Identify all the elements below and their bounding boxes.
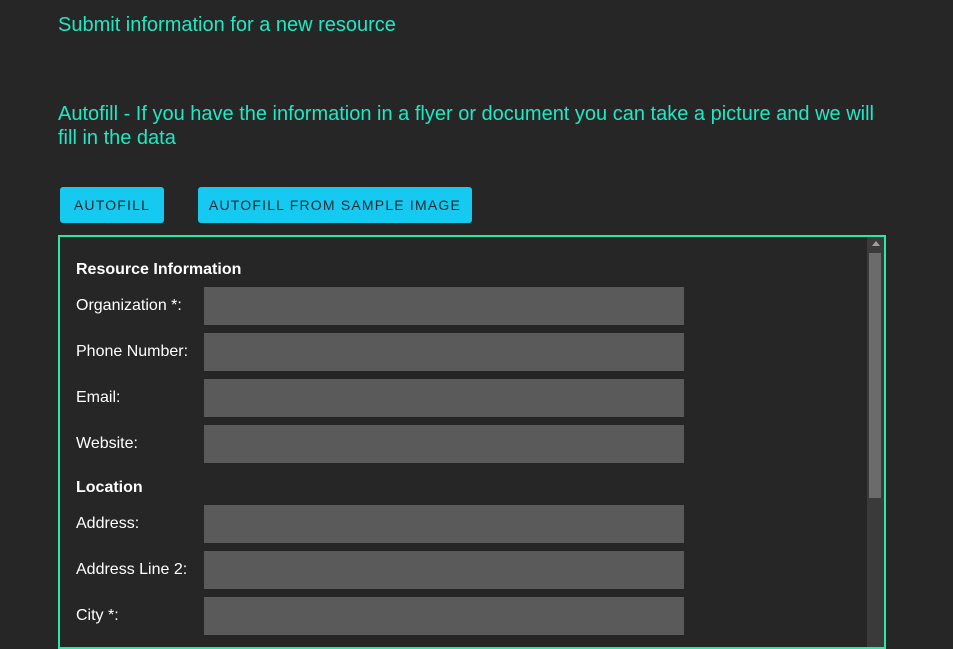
phone-number-input[interactable]	[204, 333, 684, 371]
email-label: Email:	[76, 389, 121, 406]
section-heading-resource-information: Resource Information	[76, 261, 242, 278]
address-input[interactable]	[204, 505, 684, 543]
section-heading-location: Location	[76, 479, 143, 496]
autofill-description: Autofill - If you have the information i…	[58, 103, 874, 149]
page-title: Submit information for a new resource	[58, 14, 396, 36]
city-input[interactable]	[204, 597, 684, 635]
city-label: City *:	[76, 607, 119, 624]
address-line-2-input[interactable]	[204, 551, 684, 589]
autofill-button[interactable]: AUTOFILL	[60, 187, 164, 223]
phone-number-label: Phone Number:	[76, 343, 189, 360]
scroll-thumb[interactable]	[869, 253, 881, 498]
autofill-sample-image-button[interactable]: AUTOFILL FROM SAMPLE IMAGE	[198, 187, 472, 223]
website-label: Website:	[76, 435, 138, 452]
website-input[interactable]	[204, 425, 684, 463]
email-input[interactable]	[204, 379, 684, 417]
organization-input[interactable]	[204, 287, 684, 325]
scroll-up-arrow-icon[interactable]	[872, 241, 880, 246]
address-line-2-label: Address Line 2:	[76, 561, 188, 578]
address-label: Address:	[76, 515, 140, 532]
organization-label: Organization *:	[76, 297, 182, 314]
form-scrollbar[interactable]	[867, 237, 884, 647]
resource-form-panel: Resource Information Organization *: Pho…	[58, 235, 886, 649]
